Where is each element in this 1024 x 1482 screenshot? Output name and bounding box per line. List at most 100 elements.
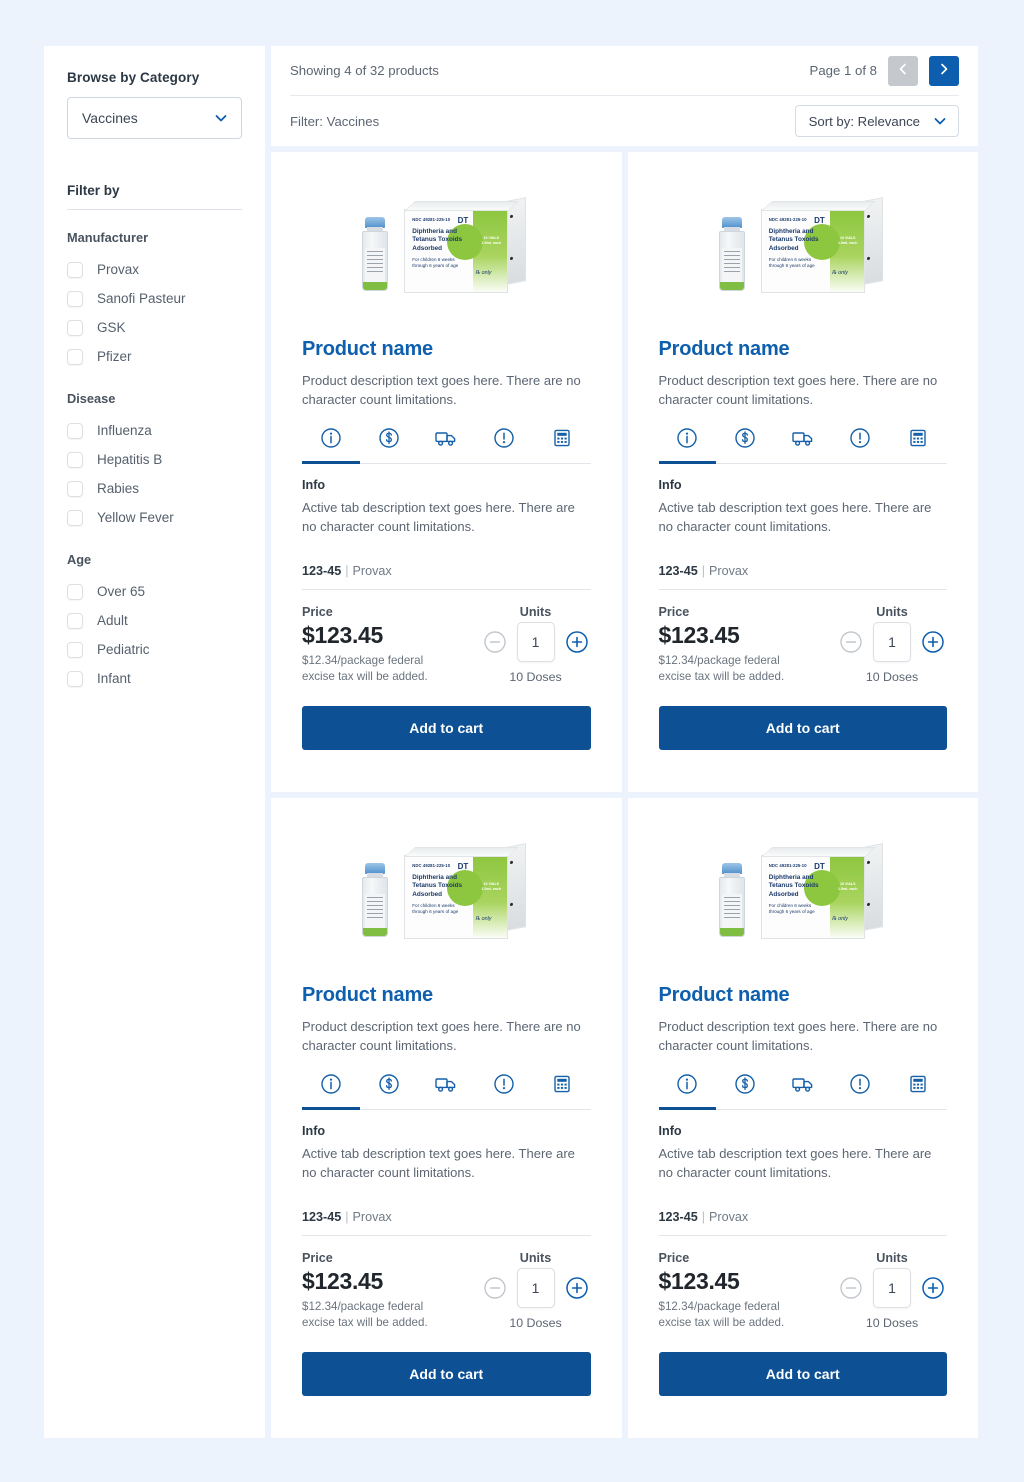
checkbox[interactable] [67,451,83,468]
carton-dt: DT [814,216,825,225]
checkbox[interactable] [67,422,83,439]
tab-alerts[interactable] [475,1073,533,1109]
option-label: GSK [97,320,126,335]
increment-button[interactable] [921,1276,945,1300]
tab-calculator[interactable] [533,427,591,463]
product-card[interactable]: NDC 49281-225-10 DT Diphtheria and Tetan… [627,152,978,792]
decrement-button[interactable] [483,1276,507,1300]
checkbox[interactable] [67,641,83,658]
filter-option-influenza[interactable]: Influenza [67,416,242,445]
product-name[interactable]: Product name [659,338,948,361]
tab-pricing[interactable] [360,427,418,463]
checkbox[interactable] [67,319,83,336]
sort-by-select[interactable]: Sort by: Relevance [794,105,959,137]
tab-alerts[interactable] [832,427,890,463]
checkbox[interactable] [67,480,83,497]
product-card[interactable]: NDC 49281-225-10 DT Diphtheria and Tetan… [271,798,622,1438]
option-label: Sanofi Pasteur [97,291,186,306]
units-block: Units 1 10 Doses [839,1251,947,1330]
quantity-input[interactable]: 1 [516,1268,555,1308]
truck-icon [791,1073,815,1100]
filter-option-over-65[interactable]: Over 65 [67,577,242,606]
quantity-input[interactable]: 1 [873,1268,911,1308]
filter-option-provax[interactable]: Provax [67,255,242,284]
checkbox[interactable] [67,583,83,600]
vaccine-box-and-vial-illustration: NDC 49281-225-10 DT Diphtheria and Tetan… [356,841,536,945]
tab-shipping[interactable] [774,1073,832,1109]
tab-pricing[interactable] [360,1073,418,1109]
filter-option-rabies[interactable]: Rabies [67,474,242,503]
alert-icon [493,427,515,454]
filter-option-pfizer[interactable]: Pfizer [67,342,242,371]
tab-info[interactable] [658,427,717,464]
increment-button[interactable] [921,630,945,654]
product-manufacturer: Provax [352,1210,392,1224]
chevron-down-icon [213,110,229,126]
filter-option-pediatric[interactable]: Pediatric [67,635,242,664]
increment-button[interactable] [565,1276,589,1300]
product-name[interactable]: Product name [302,984,591,1007]
carton-name: Diphtheria and Tetanus Toxoids Adsorbed [412,874,463,898]
filter-option-adult[interactable]: Adult [67,606,242,635]
next-page-button[interactable] [929,55,959,86]
filter-option-sanofi-pasteur[interactable]: Sanofi Pasteur [67,284,242,313]
product-card[interactable]: NDC 49281-225-10 DT Diphtheria and Tetan… [627,798,978,1438]
chevron-down-icon [932,113,948,129]
price-block: Price $123.45 $12.34/package federal exc… [302,605,452,684]
tab-info[interactable] [302,427,360,464]
carton-name: Diphtheria and Tetanus Toxoids Adsorbed [768,228,819,252]
add-to-cart-button[interactable]: Add to cart [658,706,947,750]
tab-alerts[interactable] [475,427,533,463]
checkbox[interactable] [67,670,83,687]
product-tabs [302,427,591,464]
product-card[interactable]: NDC 49281-225-10 DT Diphtheria and Tetan… [271,152,622,792]
tab-alerts[interactable] [832,1073,890,1109]
checkbox[interactable] [67,612,83,629]
checkbox[interactable] [67,261,83,278]
units-label: Units [519,605,552,619]
quantity-stepper: 1 [483,622,589,662]
calculator-icon [907,427,929,454]
option-label: Provax [97,262,140,277]
carton-ndc: NDC 49281-225-10 [412,863,451,868]
filter-option-hepatitis-b[interactable]: Hepatitis B [67,445,242,474]
product-sku: 123-45 [302,564,342,578]
filter-option-infant[interactable]: Infant [67,664,242,693]
tab-pricing[interactable] [716,1073,774,1109]
tab-shipping[interactable] [417,427,475,463]
add-to-cart-button[interactable]: Add to cart [658,1352,947,1396]
tab-info[interactable] [302,1073,360,1110]
add-to-cart-button[interactable]: Add to cart [302,1352,591,1396]
add-to-cart-button[interactable]: Add to cart [302,706,591,750]
checkbox[interactable] [67,348,83,365]
tab-shipping[interactable] [774,427,832,463]
checkbox[interactable] [67,509,83,526]
tab-calculator[interactable] [889,427,947,463]
product-name[interactable]: Product name [302,338,591,361]
calculator-icon [551,427,573,454]
tab-info[interactable] [658,1073,717,1110]
tab-calculator[interactable] [889,1073,947,1109]
product-name[interactable]: Product name [659,984,948,1007]
quantity-input[interactable]: 1 [516,622,555,662]
carton-ndc: NDC 49281-225-10 [412,217,451,222]
quantity-input[interactable]: 1 [873,622,911,662]
tab-pricing[interactable] [716,427,774,463]
decrement-button[interactable] [839,630,863,654]
carton-rx: ℞ only [475,270,492,276]
increment-button[interactable] [565,630,589,654]
active-tab-title: Info [302,478,326,492]
tab-shipping[interactable] [417,1073,475,1109]
checkbox[interactable] [67,290,83,307]
decrement-button[interactable] [483,630,507,654]
active-tab-description: Active tab description text goes here. T… [658,500,932,534]
filter-option-gsk[interactable]: GSK [67,313,242,342]
category-select[interactable]: Vaccines [67,97,242,139]
active-tab-title: Info [302,1124,326,1138]
filter-option-yellow-fever[interactable]: Yellow Fever [67,503,242,532]
option-label: Infant [97,671,131,686]
previous-page-button[interactable] [888,55,918,86]
decrement-button[interactable] [839,1276,863,1300]
tab-calculator[interactable] [533,1073,591,1109]
info-icon [320,1073,342,1100]
